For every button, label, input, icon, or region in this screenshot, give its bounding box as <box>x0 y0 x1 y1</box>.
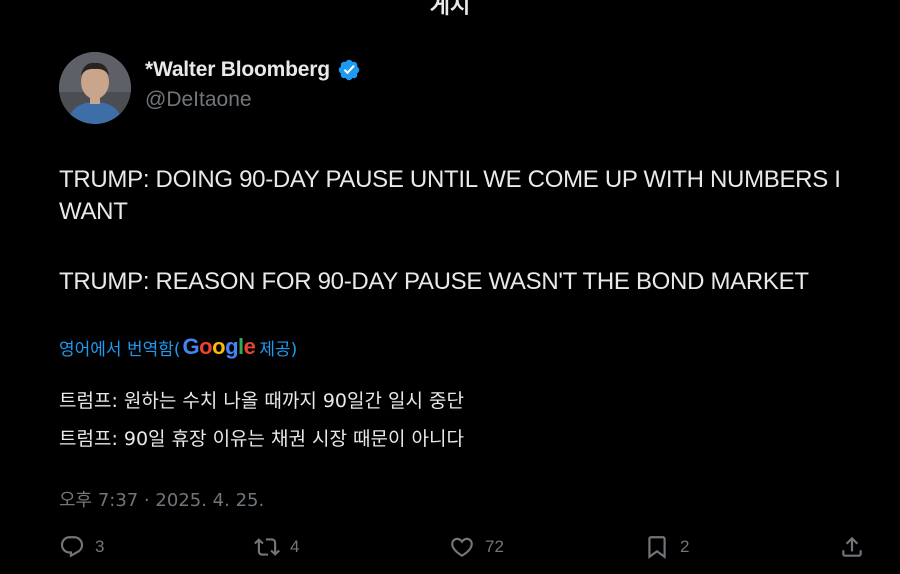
repost-count: 4 <box>290 537 300 556</box>
translated-line: 트럼프: 원하는 수치 나올 때까지 90일간 일시 중단 <box>59 390 464 412</box>
like-button[interactable]: 72 <box>449 534 504 560</box>
avatar[interactable] <box>59 52 131 124</box>
repost-button[interactable]: 4 <box>254 534 299 560</box>
tweet-text: TRUMP: DOING 90-DAY PAUSE UNTIL WE COME … <box>59 164 869 336</box>
reply-button[interactable]: 3 <box>59 534 104 560</box>
bookmark-button[interactable]: 2 <box>644 534 689 560</box>
author-display-name[interactable]: *Walter Bloomberg <box>145 58 330 82</box>
translated-text: 트럼프: 원하는 수치 나올 때까지 90일간 일시 중단 트럼프: 90일 휴… <box>59 382 464 458</box>
avatar-image <box>59 52 131 124</box>
reply-icon <box>60 536 84 558</box>
author-name-row: *Walter Bloomberg <box>145 58 361 82</box>
author-handle[interactable]: @DeItaone <box>145 88 252 112</box>
verified-badge-icon[interactable] <box>337 58 361 82</box>
bookmark-count: 2 <box>680 537 690 556</box>
share-button[interactable] <box>839 534 865 560</box>
tweet-paragraph: TRUMP: DOING 90-DAY PAUSE UNTIL WE COME … <box>59 166 848 225</box>
action-bar: 3 4 72 2 <box>59 534 869 564</box>
page-title: 게시 <box>429 0 471 19</box>
bookmark-icon <box>648 536 666 559</box>
reply-count: 3 <box>95 537 105 556</box>
tweet-timestamp[interactable]: 오후 7:37 · 2025. 4. 25. <box>59 486 264 512</box>
repost-icon <box>254 538 280 556</box>
translation-link-suffix: 제공) <box>259 339 298 360</box>
translation-link-prefix: 영어에서 번역함( <box>59 339 181 360</box>
share-icon <box>842 536 862 557</box>
translated-line: 트럼프: 90일 휴장 이유는 채권 시장 때문이 아니다 <box>59 428 464 450</box>
tweet-paragraph: TRUMP: REASON FOR 90-DAY PAUSE WASN'T TH… <box>59 268 809 295</box>
translation-attribution-link[interactable]: 영어에서 번역함( Google 제공) <box>59 334 297 360</box>
like-count: 72 <box>485 537 504 556</box>
like-icon <box>451 537 473 557</box>
google-logo: Google <box>182 334 256 359</box>
